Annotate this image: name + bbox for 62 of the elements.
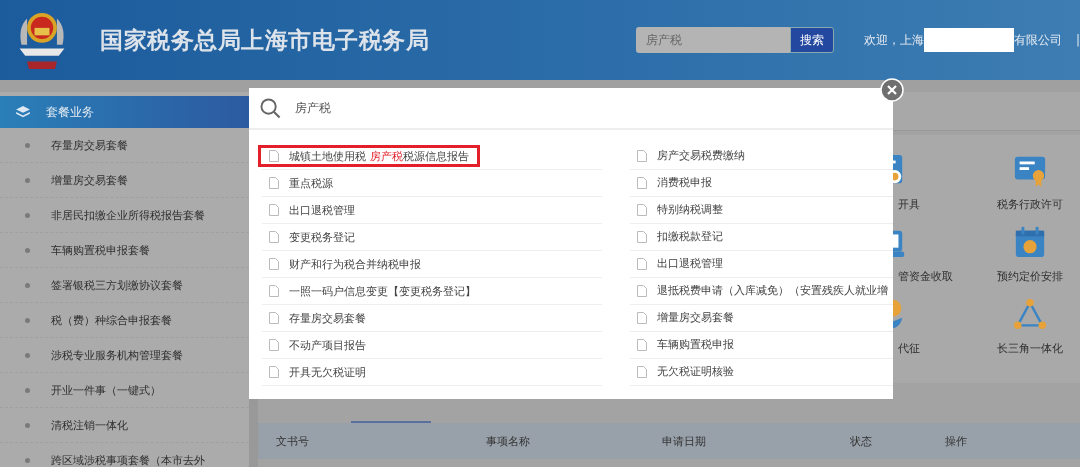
document-icon [637,366,647,378]
search-result[interactable]: 重点税源 [258,172,344,194]
search-result[interactable]: 城镇土地使用税 房产税税源信息报告 [258,145,480,167]
close-icon[interactable] [880,78,904,102]
search-result[interactable]: 存量房交易套餐 [258,307,377,329]
search-result[interactable]: 财产和行为税合并纳税申报 [258,253,432,275]
sidebar-header[interactable]: 套餐业务 [0,96,249,128]
document-icon [269,177,279,189]
sidebar-item[interactable]: 跨区域涉税事项套餐（本市去外 [0,443,249,467]
search-result[interactable]: 一照一码户信息变更【变更税务登记】 [258,280,487,302]
document-icon [637,177,647,189]
document-icon [269,339,279,351]
column-header: 操作 [945,433,968,449]
sidebar-title: 套餐业务 [46,103,94,121]
search-result[interactable]: 不动产项目报告 [258,334,377,356]
separator: | [1075,33,1080,47]
document-icon [269,285,279,297]
search-result[interactable]: 房产交易税费缴纳 [626,145,756,167]
search-result[interactable]: 无欠税证明核验 [626,361,745,383]
search-result[interactable]: 消费税申报 [626,172,723,194]
service-label[interactable]: 开具 [898,197,920,212]
site-title: 国家税务总局上海市电子税务局 [100,25,429,55]
document-icon [637,339,647,351]
search-result[interactable]: 退抵税费申请（入库减免）（安置残疾人就业增 [626,280,893,302]
search-result[interactable]: 出口退税管理 [258,199,366,221]
triangle-nodes-icon[interactable] [1013,297,1047,331]
document-icon [637,258,647,270]
search-result[interactable]: 开具无欠税证明 [258,361,377,383]
document-icon [269,312,279,324]
sidebar-item[interactable]: 清税注销一体化 [0,408,249,443]
document-icon [637,231,647,243]
document-icon [269,366,279,378]
document-icon [269,231,279,243]
search-query[interactable]: 房产税 [295,99,331,117]
column-header: 申请日期 [662,433,707,449]
column-header: 事项名称 [486,433,531,449]
company-suffix: 有限公司 [1013,31,1062,49]
welcome-text: 欢迎，上海 [863,31,924,49]
search-result[interactable]: 变更税务登记 [258,226,366,248]
column-header: 状态 [850,433,873,449]
document-icon [637,204,647,216]
service-label[interactable]: 预约定价安排 [997,269,1063,284]
document-icon [269,258,279,270]
search-button[interactable]: 搜索 [789,27,834,53]
document-icon [269,150,279,162]
document-icon [637,150,647,162]
service-label[interactable]: 长三角一体化 [997,341,1063,356]
search-result[interactable]: 出口退税管理 [626,253,734,275]
document-icon [637,285,647,297]
search-result[interactable]: 增量房交易套餐 [626,307,745,329]
search-result[interactable]: 扣缴税款登记 [626,226,734,248]
service-label[interactable]: 税务行政许可 [997,197,1063,212]
search-icon [260,97,281,119]
layers-icon [16,106,30,118]
search-result[interactable]: 特别纳税调整 [626,199,734,221]
calendar-yen-icon[interactable] [1013,225,1047,259]
service-label[interactable]: 代征 [898,341,920,356]
search-result[interactable]: 车辆购置税申报 [626,334,745,356]
document-icon [637,312,647,324]
service-label[interactable]: 管资金收取 [898,269,953,284]
document-icon [269,204,279,216]
column-header: 文书号 [276,433,310,449]
